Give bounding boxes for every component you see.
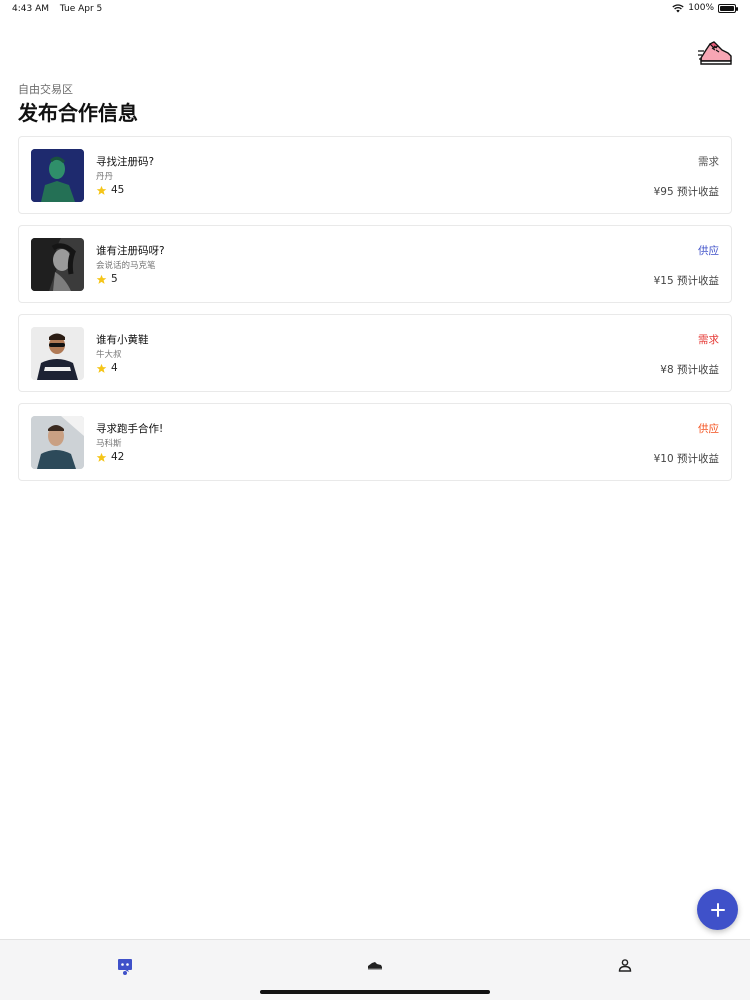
wifi-icon [672, 3, 684, 12]
card-author: 牛大叔 [96, 350, 122, 360]
person-icon [618, 959, 632, 972]
card-author: 丹丹 [96, 172, 114, 182]
tab-profile[interactable] [610, 950, 640, 980]
card-title: 谁有小黄鞋 [96, 334, 149, 346]
list-item[interactable]: 谁有注册码呀? 会说话的马克笔 5 供应 ¥15 预计收益 [18, 225, 732, 303]
star-icon [96, 274, 107, 284]
tab-discord[interactable] [110, 950, 140, 980]
avatar [31, 238, 84, 291]
rating-value: 4 [111, 362, 118, 374]
card-income: ¥15 预计收益 [653, 275, 719, 287]
sneaker-icon [368, 962, 382, 970]
avatar [31, 327, 84, 380]
card-type: 需求 [698, 156, 719, 168]
tab-sneaker[interactable] [360, 950, 390, 980]
card-rating: 42 [96, 451, 124, 463]
card-rating: 5 [96, 273, 118, 285]
rating-value: 5 [111, 273, 118, 285]
list-item[interactable]: 寻找注册码? 丹丹 45 需求 ¥95 预计收益 [18, 136, 732, 214]
status-bar: 4:43 AM Tue Apr 5 100% [0, 0, 750, 18]
star-icon [96, 452, 107, 462]
page-title: 发布合作信息 [18, 101, 138, 125]
battery-icon [718, 3, 738, 13]
home-indicator [260, 990, 490, 994]
status-time: 4:43 AM [12, 4, 49, 14]
card-rating: 45 [96, 184, 124, 196]
battery-percent: 100% [688, 3, 714, 13]
card-type: 供应 [698, 245, 719, 257]
card-type: 供应 [698, 423, 719, 435]
card-income: ¥10 预计收益 [653, 453, 719, 465]
star-icon [96, 363, 107, 373]
active-tab-indicator [123, 971, 127, 975]
sneaker-logo-icon[interactable] [698, 36, 734, 68]
status-date: Tue Apr 5 [59, 4, 103, 14]
avatar [31, 149, 84, 202]
card-title: 寻找注册码? [96, 156, 155, 168]
card-author: 会说话的马克笔 [96, 261, 156, 271]
card-title: 谁有注册码呀? [96, 245, 165, 257]
star-icon [96, 185, 107, 195]
card-title: 寻求跑手合作! [96, 423, 164, 435]
card-income: ¥95 预计收益 [653, 186, 719, 198]
list-item[interactable]: 寻求跑手合作! 马科斯 42 供应 ¥10 预计收益 [18, 403, 732, 481]
status-right: 100% [672, 3, 738, 13]
list-item[interactable]: 谁有小黄鞋 牛大叔 4 需求 ¥8 预计收益 [18, 314, 732, 392]
section-subtitle: 自由交易区 [18, 83, 73, 96]
avatar [31, 416, 84, 469]
card-author: 马科斯 [96, 439, 122, 449]
rating-value: 42 [111, 451, 125, 463]
add-button[interactable] [697, 889, 738, 930]
card-type: 需求 [698, 334, 719, 346]
discord-icon [118, 959, 132, 972]
card-income: ¥8 预计收益 [660, 364, 719, 376]
plus-icon [710, 902, 725, 917]
card-rating: 4 [96, 362, 118, 374]
tab-bar [0, 939, 750, 1000]
status-left: 4:43 AM Tue Apr 5 [12, 4, 110, 14]
rating-value: 45 [111, 184, 125, 196]
